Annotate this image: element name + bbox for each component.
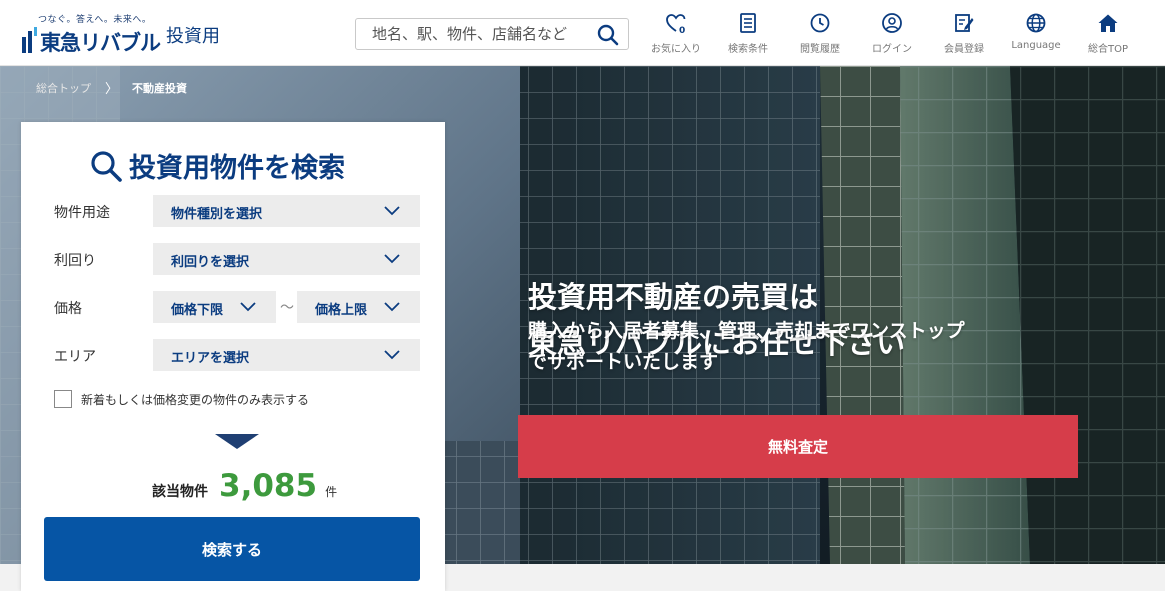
- result-count-label: 該当物件: [152, 484, 208, 500]
- new-only-checkbox[interactable]: [54, 390, 72, 408]
- property-type-label: 物件用途: [54, 205, 110, 221]
- nav-saved-searches[interactable]: 検索条件: [712, 12, 784, 58]
- down-arrow-icon: [215, 434, 259, 449]
- chevron-down-icon: [384, 206, 400, 216]
- result-count-value: 3,085: [219, 468, 318, 504]
- nav-history-label: 閲覧履歴: [800, 44, 840, 55]
- nav-favorites-label: お気に入り: [651, 44, 701, 55]
- hero-headline-line1: 投資用不動産の売買は: [528, 280, 819, 314]
- header-nav: 0 お気に入り 検索条件 閲覧履歴 ログイン 会員登録 Language 総合T…: [640, 12, 1144, 58]
- property-type-select-value: 物件種別を選択: [171, 207, 263, 222]
- yield-label: 利回り: [54, 253, 96, 269]
- nav-register[interactable]: 会員登録: [928, 12, 1000, 58]
- breadcrumb-separator: 〉: [105, 82, 119, 97]
- area-select[interactable]: エリアを選択: [153, 339, 420, 371]
- free-assessment-button[interactable]: 無料査定: [518, 415, 1078, 478]
- area-label: エリア: [54, 349, 96, 365]
- nav-login[interactable]: ログイン: [856, 12, 928, 58]
- filter-row-area: エリア エリアを選択: [54, 339, 420, 371]
- search-icon[interactable]: [596, 23, 620, 47]
- nav-language-label: Language: [1011, 40, 1061, 51]
- price-max-select-value: 価格上限: [315, 303, 368, 318]
- nav-register-label: 会員登録: [944, 44, 984, 55]
- site-section-label: 投資用: [166, 26, 220, 47]
- filter-row-price: 価格 価格下限 〜 価格上限: [54, 291, 420, 323]
- nav-top[interactable]: 総合TOP: [1072, 12, 1144, 58]
- chevron-down-icon: [240, 302, 256, 312]
- edit-icon: [955, 14, 974, 32]
- nav-history[interactable]: 閲覧履歴: [784, 12, 856, 58]
- price-min-select-value: 価格下限: [171, 303, 224, 318]
- hero-subcopy-line2: でサポートいたします: [528, 351, 719, 373]
- chevron-down-icon: [384, 350, 400, 360]
- filter-row-yield: 利回り 利回りを選択: [54, 243, 420, 275]
- site-header: つなぐ。答えへ。未来へ。 東急リバブル 投資用 0 お気に入り: [0, 0, 1165, 66]
- nav-saved-searches-label: 検索条件: [728, 44, 768, 55]
- nav-favorites[interactable]: 0 お気に入り: [640, 12, 712, 58]
- keyword-search-box: [355, 18, 629, 50]
- globe-icon: [1026, 13, 1046, 33]
- keyword-search-input[interactable]: [356, 19, 592, 49]
- breadcrumb-home-link[interactable]: 総合トップ: [36, 80, 91, 96]
- area-select-value: エリアを選択: [171, 351, 250, 366]
- logo-mark-icon: [22, 27, 37, 53]
- hero-subcopy: 購入から入居者募集、管理、売却までワンストップ でサポートいたします: [528, 316, 965, 378]
- filter-row-type: 物件用途 物件種別を選択: [54, 195, 420, 227]
- clock-icon: [810, 13, 830, 33]
- chevron-down-icon: [384, 254, 400, 264]
- logo-tagline: つなぐ。答えへ。未来へ。: [38, 15, 152, 25]
- search-submit-button[interactable]: 検索する: [44, 517, 420, 581]
- investment-search-panel: 投資用物件を検索 物件用途 物件種別を選択 利回り 利回りを選択 価格 価格下限…: [21, 122, 445, 591]
- panel-title: 投資用物件を検索: [89, 146, 345, 185]
- nav-login-label: ログイン: [872, 44, 912, 55]
- document-list-icon: [740, 13, 756, 33]
- logo-name: 東急リバブル: [40, 31, 161, 55]
- nav-top-label: 総合TOP: [1087, 44, 1128, 55]
- breadcrumb-current: 不動産投資: [132, 81, 188, 95]
- new-only-checkbox-row[interactable]: 新着もしくは価格変更の物件のみ表示する: [54, 390, 309, 408]
- price-range-separator: 〜: [280, 300, 294, 316]
- favorites-count: 0: [679, 26, 685, 34]
- price-label: 価格: [54, 301, 82, 317]
- price-max-select[interactable]: 価格上限: [297, 291, 420, 323]
- nav-language[interactable]: Language: [1000, 12, 1072, 58]
- tokyu-livable-logo[interactable]: つなぐ。答えへ。未来へ。 東急リバブル: [22, 12, 161, 56]
- heart-icon: 0: [666, 14, 686, 34]
- home-icon: [1098, 14, 1118, 32]
- chevron-down-icon: [384, 302, 400, 312]
- yield-select[interactable]: 利回りを選択: [153, 243, 420, 275]
- result-count-unit: 件: [325, 485, 338, 499]
- panel-title-text: 投資用物件を検索: [129, 153, 345, 184]
- user-icon: [882, 13, 902, 33]
- property-type-select[interactable]: 物件種別を選択: [153, 195, 420, 227]
- new-only-checkbox-label: 新着もしくは価格変更の物件のみ表示する: [81, 392, 310, 407]
- breadcrumb: 総合トップ 〉 不動産投資: [36, 78, 188, 98]
- result-count: 該当物件 3,085 件: [152, 468, 337, 504]
- hero-subcopy-line1: 購入から入居者募集、管理、売却までワンストップ: [528, 320, 965, 342]
- price-min-select[interactable]: 価格下限: [153, 291, 276, 323]
- yield-select-value: 利回りを選択: [171, 255, 250, 270]
- search-icon: [91, 150, 122, 182]
